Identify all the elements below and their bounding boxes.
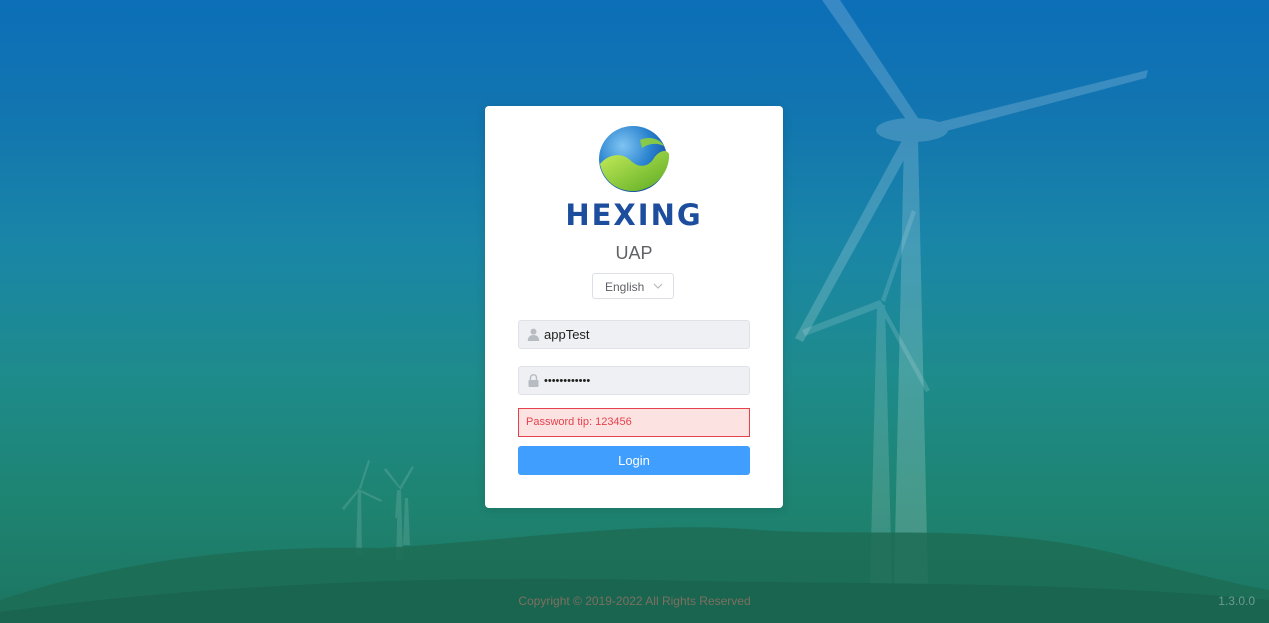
language-selected-value: English [605, 280, 645, 294]
password-field[interactable] [518, 366, 750, 395]
language-select[interactable]: English [592, 273, 674, 299]
version-label: 1.3.0.0 [1218, 594, 1255, 608]
hexing-globe-logo [599, 126, 670, 192]
password-input[interactable] [544, 367, 744, 394]
username-field[interactable] [518, 320, 750, 349]
password-tip-alert: Password tip: 123456 [518, 408, 750, 437]
copyright-text: Copyright © 2019-2022 All Rights Reserve… [518, 594, 751, 608]
app-name: UAP [615, 243, 653, 263]
brand-wordmark: HEXING [565, 198, 703, 232]
user-icon [527, 328, 540, 341]
username-input[interactable] [544, 321, 744, 348]
chevron-down-icon [653, 283, 663, 289]
login-card: HEXING UAP English Password tip: 123456 … [485, 106, 783, 508]
lock-icon [528, 374, 539, 387]
login-button[interactable]: Login [518, 446, 750, 475]
